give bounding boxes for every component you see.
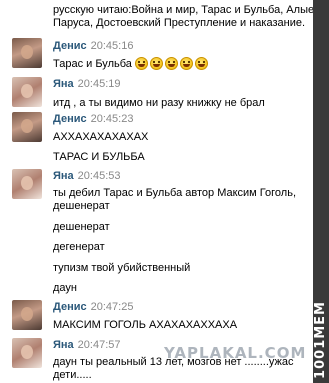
smiley-icon <box>134 57 148 70</box>
message-text: дешенерат <box>53 200 110 212</box>
avatar-denis[interactable] <box>12 300 42 330</box>
message-text: русскую читаю:Война и мир, Тарас и Бульб… <box>53 4 315 16</box>
sender-name[interactable]: Яна <box>53 339 74 351</box>
message-header: Денис 20:45:16 <box>53 40 133 53</box>
message-time: 20:45:19 <box>77 78 121 90</box>
avatar-yana[interactable] <box>12 338 42 368</box>
message-header: Денис 20:47:25 <box>53 301 133 314</box>
message-text: Паруса, Достоевский Преступление и наказ… <box>53 17 306 29</box>
message-text: АХХАХАХАХАХАХ <box>53 131 149 143</box>
avatar-face <box>21 45 33 59</box>
avatar-denis[interactable] <box>12 38 42 68</box>
smiley-icon <box>149 57 163 70</box>
message-text: дети..... <box>53 369 92 381</box>
message-text: Тарас и Бульба <box>53 57 210 74</box>
sender-name[interactable]: Яна <box>53 78 74 90</box>
avatar-yana[interactable] <box>12 169 42 199</box>
avatar-face <box>21 119 33 133</box>
message-text: дегенерат <box>53 241 105 253</box>
message-text: даун <box>53 282 77 294</box>
avatar-denis[interactable] <box>12 112 42 142</box>
message-header: Яна 20:45:19 <box>53 78 121 91</box>
message-text: итд , а ты видимо ни разу книжку не брал <box>53 97 265 109</box>
avatar-face <box>21 345 33 359</box>
avatar-face <box>21 84 33 98</box>
message-time: 20:45:53 <box>77 170 121 182</box>
message-header: Денис 20:45:23 <box>53 113 133 126</box>
side-banner-text: 1001MEM <box>313 301 328 379</box>
smiley-icon <box>194 57 208 70</box>
sender-name[interactable]: Денис <box>53 301 87 313</box>
avatar-yana[interactable] <box>12 77 42 107</box>
smiley-icon <box>179 57 193 70</box>
message-header: Яна 20:45:53 <box>53 170 121 183</box>
message-time: 20:47:57 <box>77 339 121 351</box>
smiley-icon <box>164 57 178 70</box>
message-text: ТАРАС И БУЛЬБА <box>53 151 145 163</box>
message-text: МАКСИМ ГОГОЛЬ АХАХАХАХХАХА <box>53 319 238 331</box>
sender-name[interactable]: Денис <box>53 40 87 52</box>
message-time: 20:45:16 <box>90 40 134 52</box>
watermark: YAPLAKAL.COM <box>164 344 307 362</box>
message-time: 20:47:25 <box>90 301 134 313</box>
message-header: Яна 20:47:57 <box>53 339 121 352</box>
sender-name[interactable]: Яна <box>53 170 74 182</box>
avatar-face <box>21 307 33 321</box>
message-text: ты дебил Тарас и Бульба автор Максим Гог… <box>53 187 296 199</box>
message-text: дешенерат <box>53 221 110 233</box>
message-text: тупизм твой убийственный <box>53 262 191 274</box>
side-banner: 1001MEM <box>313 0 329 383</box>
avatar-face <box>21 176 33 190</box>
message-time: 20:45:23 <box>90 113 134 125</box>
message-text-content: Тарас и Бульба <box>53 58 132 70</box>
smiley-row <box>134 57 210 74</box>
sender-name[interactable]: Денис <box>53 113 87 125</box>
chat-history: русскую читаю:Война и мир, Тарас и Бульб… <box>0 0 315 383</box>
